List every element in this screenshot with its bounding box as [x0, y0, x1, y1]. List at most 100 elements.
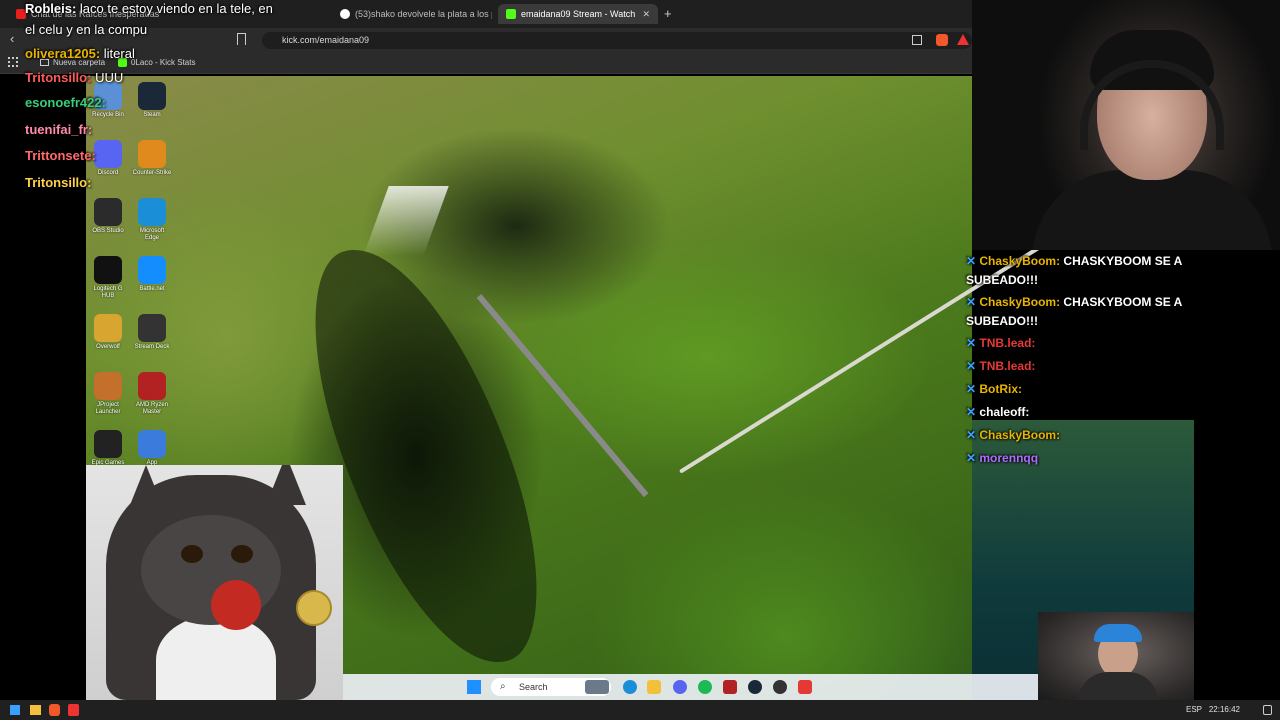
app-icon — [138, 372, 166, 400]
app-icon — [94, 372, 122, 400]
host-app-icon[interactable] — [68, 704, 79, 716]
system-clock[interactable]: 22:16:42 — [1209, 705, 1240, 714]
desktop-icon[interactable]: OBS Studio — [88, 198, 128, 250]
language-indicator[interactable]: ESP — [1186, 705, 1202, 714]
badge-icon: ✕ — [966, 428, 980, 442]
chat-username[interactable]: Robleis: — [25, 1, 76, 16]
task-view-icon[interactable] — [585, 680, 609, 694]
desktop-icon[interactable]: AMD Ryzen Master — [132, 372, 172, 424]
cat-mouth — [211, 580, 261, 630]
stream-windows-taskbar: ⌕ Search — [343, 674, 1038, 700]
tiktok-icon — [340, 9, 350, 19]
tab-3-label: emaidana09 Stream - Watch — [521, 9, 636, 19]
spotify-taskbar-icon[interactable] — [698, 680, 712, 694]
chat-text: UUU — [91, 70, 124, 85]
chat-message: tuenifai_fr: — [25, 122, 92, 137]
notifications-icon[interactable] — [1263, 705, 1272, 715]
chat-message: Trittonsete: — [25, 148, 96, 163]
app-icon — [138, 256, 166, 284]
steam-taskbar-icon[interactable] — [748, 680, 762, 694]
file-explorer-icon[interactable] — [647, 680, 661, 694]
host-brave-icon[interactable] — [49, 704, 60, 716]
kick-icon — [506, 9, 516, 19]
badge-icon: ✕ — [966, 405, 980, 419]
new-tab-button[interactable]: + — [664, 6, 672, 21]
chat-username[interactable]: ChaskyBoom: — [979, 428, 1060, 442]
close-tab-icon[interactable]: ✕ — [642, 9, 650, 20]
desktop-icon[interactable]: JProject Launcher — [88, 372, 128, 424]
chat-username[interactable]: Tritonsillo: — [25, 175, 91, 190]
chat-message: Tritonsillo: UUU — [25, 70, 123, 85]
chat-username[interactable]: Tritonsillo: — [25, 70, 91, 85]
chat-message: ✕ BotRix: — [966, 380, 1194, 399]
chat-message: ✕ morennqq — [966, 449, 1194, 468]
chat-username[interactable]: chaleoff: — [979, 405, 1029, 419]
badge-icon: ✕ — [966, 382, 980, 396]
tab-2[interactable]: (53)shako devolvele la plata a los pib — [332, 4, 492, 24]
app-icon — [138, 430, 166, 458]
chat-text: el celu y en la compu — [25, 22, 148, 37]
app-icon — [94, 256, 122, 284]
back-icon[interactable]: ‹ — [10, 31, 14, 46]
desktop-icon[interactable]: Steam — [132, 82, 172, 134]
chat-message: Robleis: laco te estoy viendo en la tele… — [25, 1, 273, 16]
bookmark-icon[interactable] — [237, 33, 246, 45]
streamer-webcam — [972, 0, 1280, 250]
app-icon — [94, 314, 122, 342]
chat-username[interactable]: Trittonsete: — [25, 148, 96, 163]
chat-username[interactable]: olivera1205: — [25, 46, 100, 61]
chat-message: ✕ TNB.lead: — [966, 357, 1194, 376]
app-taskbar-icon[interactable] — [723, 680, 737, 694]
tab-3[interactable]: emaidana09 Stream - Watch ✕ — [498, 4, 658, 24]
chat-username[interactable]: tuenifai_fr: — [25, 122, 92, 137]
windows-start-icon[interactable] — [467, 680, 481, 694]
waterfall-decoration — [363, 186, 449, 256]
chat-username[interactable]: ChaskyBoom: — [979, 295, 1060, 309]
badge-icon: ✕ — [966, 336, 980, 350]
share-icon[interactable] — [912, 35, 922, 45]
desktop-icon-label: Counter-Strike — [132, 170, 172, 176]
right-chat-overlay: ✕ ChaskyBoom: CHASKYBOOM SE A SUBEADO!!!… — [962, 252, 1194, 472]
cat-ear-right — [266, 465, 306, 505]
chat-message: ✕ chaleoff: — [966, 403, 1194, 422]
desktop-icon[interactable]: Overwolf — [88, 314, 128, 366]
chat-username[interactable]: esonoefr422: — [25, 95, 106, 110]
app-icon — [138, 82, 166, 110]
kick-taskbar-icon[interactable] — [798, 680, 812, 694]
host-start-icon[interactable] — [10, 705, 20, 715]
discord-taskbar-icon[interactable] — [673, 680, 687, 694]
chat-username[interactable]: BotRix: — [979, 382, 1022, 396]
desktop-icon[interactable]: Microsoft Edge — [132, 198, 172, 250]
obs-taskbar-icon[interactable] — [773, 680, 787, 694]
badge-icon: ✕ — [966, 359, 980, 373]
url-field[interactable]: kick.com/emaidana09 — [262, 32, 972, 49]
badge-icon: ✕ — [966, 295, 980, 309]
brave-shield-icon[interactable] — [936, 34, 948, 46]
desktop-icon[interactable]: Counter-Strike — [132, 140, 172, 192]
cat-eye-left — [181, 545, 203, 563]
desktop-icon-label: Battle.net — [139, 286, 165, 292]
chat-username[interactable]: TNB.lead: — [979, 359, 1035, 373]
apps-grid-icon[interactable] — [8, 57, 18, 67]
app-icon — [94, 198, 122, 226]
cat-ear-left — [126, 465, 166, 515]
chat-username[interactable]: TNB.lead: — [979, 336, 1035, 350]
desktop-icon-label: Discord — [97, 170, 119, 176]
desktop-icon[interactable]: Battle.net — [132, 256, 172, 308]
taskbar-search-label: Search — [519, 682, 548, 692]
desktop-icon[interactable]: Logitech G HUB — [88, 256, 128, 308]
host-explorer-icon[interactable] — [30, 705, 41, 715]
app-icon — [138, 314, 166, 342]
url-text: kick.com/emaidana09 — [282, 35, 370, 45]
desktop-icon-label: Microsoft Edge — [139, 228, 165, 241]
chat-username[interactable]: ChaskyBoom: — [979, 254, 1060, 268]
app-icon — [94, 430, 122, 458]
desktop-icon-label: Overwolf — [96, 344, 120, 350]
edge-taskbar-icon[interactable] — [623, 680, 637, 694]
tab-2-label: (53)shako devolvele la plata a los pib — [355, 9, 492, 19]
chat-message: ✕ ChaskyBoom: — [966, 426, 1194, 445]
chat-username[interactable]: morennqq — [979, 451, 1038, 465]
chat-message: ✕ TNB.lead: — [966, 334, 1194, 353]
brave-rewards-icon[interactable] — [957, 34, 969, 45]
desktop-icon[interactable]: Stream Deck — [132, 314, 172, 366]
